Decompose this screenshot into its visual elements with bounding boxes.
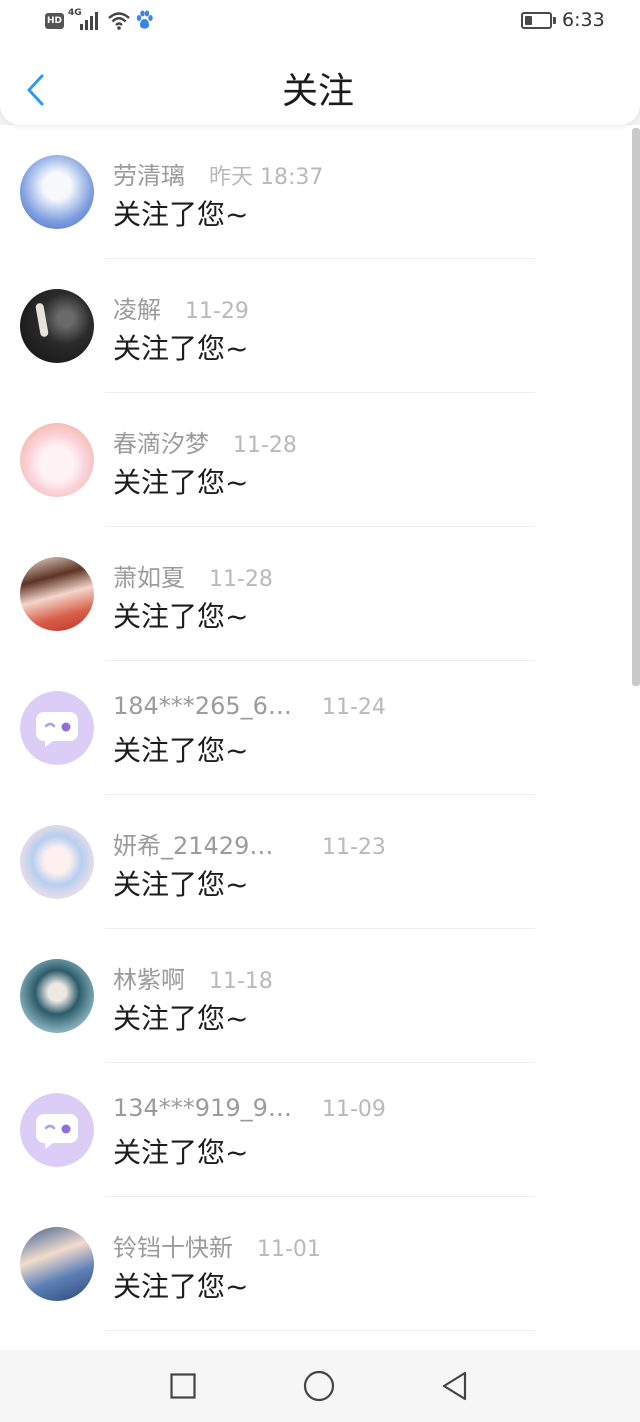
item-text: 春滴汐梦 11-28 关注了您~ bbox=[113, 424, 613, 502]
paw-icon bbox=[136, 10, 153, 29]
item-text: 184***265_6… 11-24 关注了您~ bbox=[113, 692, 613, 770]
item-time: 11-09 bbox=[322, 1097, 386, 1122]
home-button[interactable] bbox=[297, 1364, 341, 1408]
name-line: 妍希_21429… 11-23 bbox=[113, 826, 613, 860]
item-time: 昨天 18:37 bbox=[209, 165, 324, 190]
status-bar: HD 4G 6:33 bbox=[0, 0, 640, 40]
user-name: 春滴汐梦 bbox=[113, 430, 209, 458]
scrollbar[interactable] bbox=[632, 128, 640, 686]
item-message: 关注了您~ bbox=[113, 868, 249, 901]
list-item[interactable]: 萧如夏 11-28 关注了您~ bbox=[0, 527, 640, 661]
item-text: 萧如夏 11-28 关注了您~ bbox=[113, 558, 613, 636]
item-text: 凌解 11-29 关注了您~ bbox=[113, 290, 613, 368]
name-line: 凌解 11-29 bbox=[113, 290, 613, 324]
user-name: 134***919_9… bbox=[113, 1094, 292, 1122]
list-item[interactable]: 妍希_21429… 11-23 关注了您~ bbox=[0, 795, 640, 929]
signal-icon bbox=[80, 12, 98, 30]
item-time: 11-29 bbox=[185, 299, 249, 324]
name-line: 劳清璃 昨天 18:37 bbox=[113, 156, 613, 190]
list-item[interactable]: 劳清璃 昨天 18:37 关注了您~ bbox=[0, 125, 640, 259]
page-title: 关注 bbox=[281, 71, 354, 112]
avatar[interactable] bbox=[20, 825, 94, 899]
list-item[interactable]: 林紫啊 11-18 关注了您~ bbox=[0, 929, 640, 1063]
system-navigation-bar bbox=[0, 1350, 640, 1422]
user-name: 184***265_6… bbox=[113, 692, 292, 720]
avatar[interactable] bbox=[20, 155, 94, 229]
system-back-button[interactable] bbox=[433, 1364, 477, 1408]
triangle-back-icon bbox=[442, 1371, 467, 1401]
default-avatar-icon bbox=[20, 1093, 94, 1167]
item-text: 劳清璃 昨天 18:37 关注了您~ bbox=[113, 156, 613, 234]
square-icon bbox=[170, 1373, 196, 1399]
divider bbox=[105, 1330, 535, 1331]
name-line: 184***265_6… 11-24 bbox=[113, 692, 613, 724]
avatar[interactable] bbox=[20, 959, 94, 1033]
user-name: 劳清璃 bbox=[113, 162, 185, 190]
avatar[interactable] bbox=[20, 691, 94, 765]
name-line: 春滴汐梦 11-28 bbox=[113, 424, 613, 458]
battery-icon bbox=[521, 12, 552, 29]
user-name: 铃铛十快新 bbox=[113, 1234, 233, 1262]
list-item[interactable]: 春滴汐梦 11-28 关注了您~ bbox=[0, 393, 640, 527]
item-message: 关注了您~ bbox=[113, 1136, 249, 1169]
item-time: 11-23 bbox=[322, 835, 386, 860]
item-message: 关注了您~ bbox=[113, 734, 249, 767]
item-time: 11-28 bbox=[233, 433, 297, 458]
name-line: 134***919_9… 11-09 bbox=[113, 1094, 613, 1126]
item-time: 11-18 bbox=[209, 969, 273, 994]
user-name: 凌解 bbox=[113, 296, 161, 324]
default-avatar-icon bbox=[20, 691, 94, 765]
item-message: 关注了您~ bbox=[113, 600, 249, 633]
name-line: 林紫啊 11-18 bbox=[113, 960, 613, 994]
item-message: 关注了您~ bbox=[113, 1270, 249, 1303]
name-line: 萧如夏 11-28 bbox=[113, 558, 613, 592]
battery-level-fill bbox=[525, 16, 532, 25]
avatar[interactable] bbox=[20, 1227, 94, 1301]
hd-badge: HD bbox=[45, 13, 64, 29]
item-text: 134***919_9… 11-09 关注了您~ bbox=[113, 1094, 613, 1172]
follower-list[interactable]: 劳清璃 昨天 18:37 关注了您~ 凌解 11-29 关注了您~ 春滴汐梦 1… bbox=[0, 125, 640, 1350]
user-name: 林紫啊 bbox=[113, 966, 185, 994]
user-name: 妍希_21429… bbox=[113, 832, 274, 860]
item-text: 铃铛十快新 11-01 关注了您~ bbox=[113, 1228, 613, 1306]
circle-icon bbox=[303, 1370, 335, 1402]
user-name: 萧如夏 bbox=[113, 564, 185, 592]
avatar[interactable] bbox=[20, 289, 94, 363]
item-time: 11-28 bbox=[209, 567, 273, 592]
avatar[interactable] bbox=[20, 1093, 94, 1167]
avatar[interactable] bbox=[20, 557, 94, 631]
list-item[interactable]: 184***265_6… 11-24 关注了您~ bbox=[0, 661, 640, 795]
item-message: 关注了您~ bbox=[113, 332, 249, 365]
status-time: 6:33 bbox=[562, 9, 605, 31]
item-message: 关注了您~ bbox=[113, 1002, 249, 1035]
header-card: HD 4G 6:33 关注 bbox=[0, 0, 640, 125]
item-message: 关注了您~ bbox=[113, 198, 249, 231]
list-item[interactable]: 凌解 11-29 关注了您~ bbox=[0, 259, 640, 393]
list-item[interactable]: 134***919_9… 11-09 关注了您~ bbox=[0, 1063, 640, 1197]
item-time: 11-24 bbox=[322, 695, 386, 720]
list-item[interactable]: 铃铛十快新 11-01 关注了您~ bbox=[0, 1197, 640, 1331]
item-text: 妍希_21429… 11-23 关注了您~ bbox=[113, 826, 613, 904]
item-time: 11-01 bbox=[257, 1237, 321, 1262]
name-line: 铃铛十快新 11-01 bbox=[113, 1228, 613, 1262]
avatar[interactable] bbox=[20, 423, 94, 497]
item-text: 林紫啊 11-18 关注了您~ bbox=[113, 960, 613, 1038]
wifi-icon bbox=[108, 12, 130, 30]
battery-nub bbox=[553, 17, 556, 24]
recent-apps-button[interactable] bbox=[161, 1364, 205, 1408]
item-message: 关注了您~ bbox=[113, 466, 249, 499]
